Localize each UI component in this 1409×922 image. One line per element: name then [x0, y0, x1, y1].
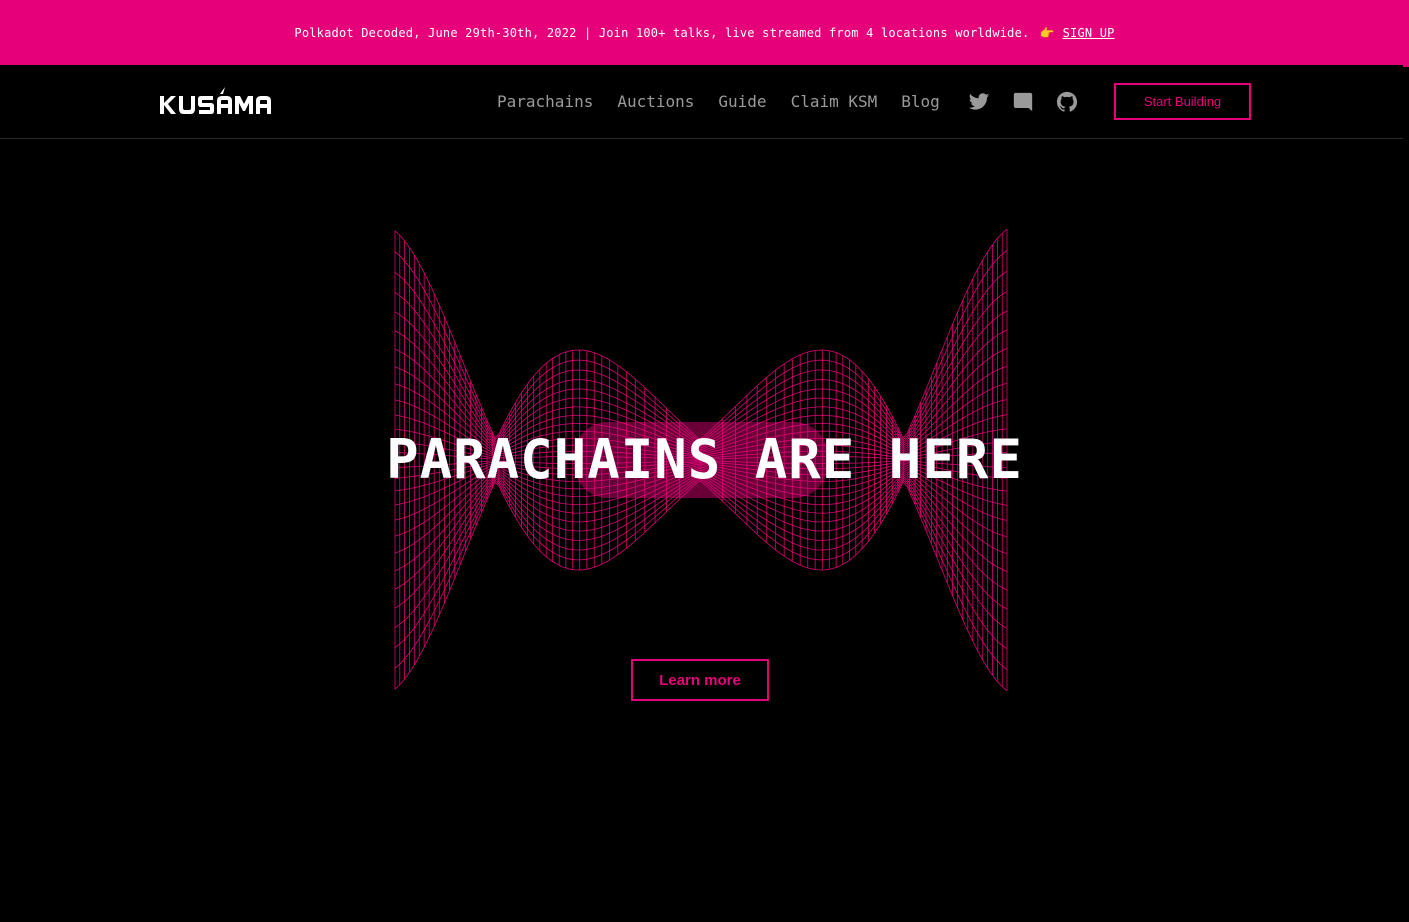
discord-icon[interactable]	[1012, 91, 1034, 113]
kusama-logo[interactable]	[159, 87, 281, 121]
twitter-icon[interactable]	[968, 91, 990, 113]
nav-item-blog[interactable]: Blog	[901, 92, 940, 111]
learn-more-button[interactable]: Learn more	[631, 659, 769, 701]
start-building-button[interactable]: Start Building	[1114, 83, 1251, 120]
top-navigation: Parachains Auctions Guide Claim KSM Blog…	[0, 65, 1403, 139]
pointing-hand-icon: 👉	[1039, 25, 1055, 40]
sign-up-link[interactable]: SIGN UP	[1063, 26, 1115, 40]
nav-item-claim-ksm[interactable]: Claim KSM	[791, 92, 878, 111]
banner-edge	[1403, 63, 1409, 67]
github-icon[interactable]	[1056, 91, 1078, 113]
kusama-logo-mark	[160, 87, 271, 114]
hero-title: PARACHAINS ARE HERE	[386, 428, 1023, 491]
nav-item-guide[interactable]: Guide	[718, 92, 766, 111]
nav-item-auctions[interactable]: Auctions	[617, 92, 694, 111]
banner-message: Polkadot Decoded, June 29th-30th, 2022 |…	[294, 25, 1030, 40]
nav-item-parachains[interactable]: Parachains	[497, 92, 593, 111]
announcement-banner: Polkadot Decoded, June 29th-30th, 2022 |…	[0, 0, 1409, 65]
nav-links: Parachains Auctions Guide Claim KSM Blog	[497, 92, 964, 111]
